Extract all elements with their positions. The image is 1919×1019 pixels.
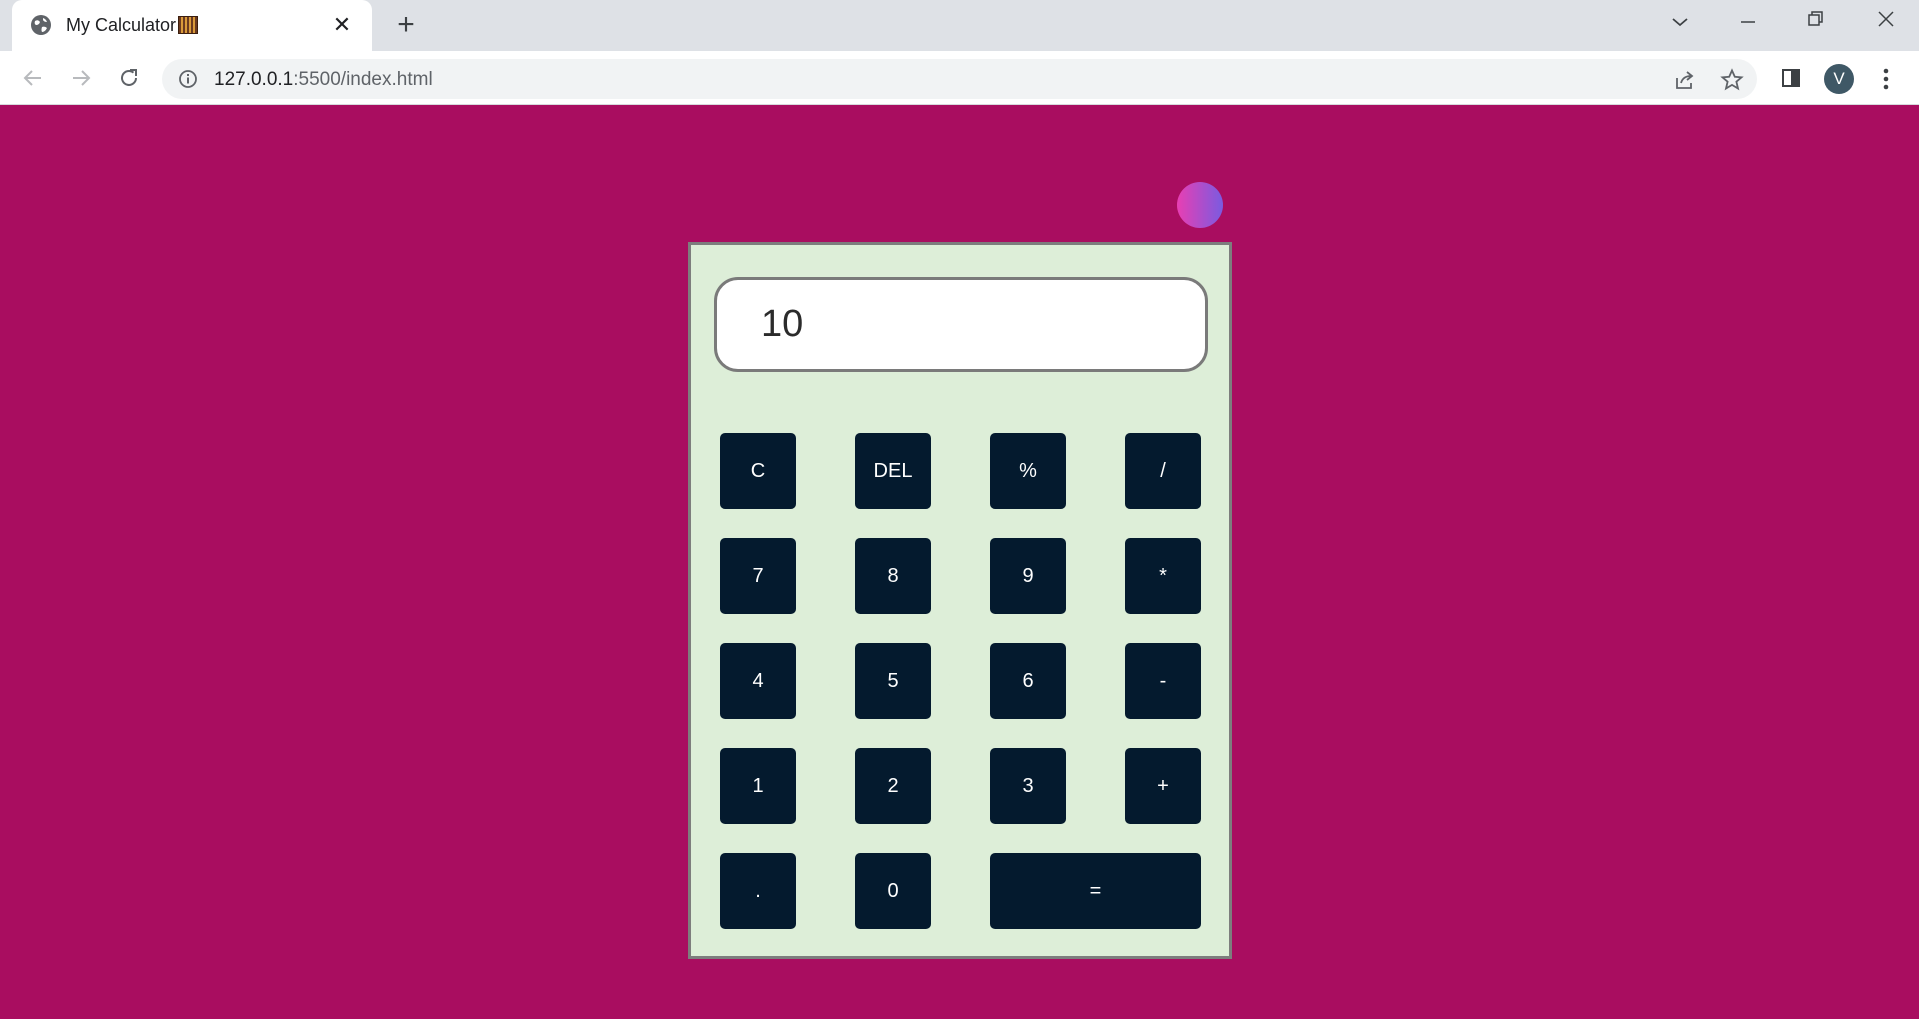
- digit-9-button[interactable]: 9: [990, 538, 1066, 614]
- new-tab-button[interactable]: +: [390, 10, 422, 42]
- decimal-button[interactable]: .: [720, 853, 796, 929]
- tab-search-dropdown-icon[interactable]: [1660, 6, 1700, 38]
- calculator-display[interactable]: [714, 277, 1208, 372]
- forward-icon[interactable]: [64, 61, 98, 95]
- profile-avatar[interactable]: V: [1824, 64, 1854, 94]
- digit-4-button[interactable]: 4: [720, 643, 796, 719]
- minimize-icon[interactable]: [1728, 6, 1768, 38]
- tab-title: My Calculator: [66, 15, 199, 36]
- browser-toolbar: 127.0.0.1:5500/index.html V: [0, 51, 1919, 105]
- site-info-icon[interactable]: [178, 69, 198, 89]
- digit-2-button[interactable]: 2: [855, 748, 931, 824]
- address-bar[interactable]: 127.0.0.1:5500/index.html: [162, 59, 1757, 99]
- back-icon[interactable]: [16, 61, 50, 95]
- close-window-icon[interactable]: [1866, 6, 1906, 38]
- digit-3-button[interactable]: 3: [990, 748, 1066, 824]
- multiply-button[interactable]: *: [1125, 538, 1201, 614]
- digit-6-button[interactable]: 6: [990, 643, 1066, 719]
- close-tab-icon[interactable]: ✕: [330, 13, 354, 37]
- menu-kebab-icon[interactable]: [1876, 64, 1896, 94]
- percent-button[interactable]: %: [990, 433, 1066, 509]
- tab-strip: My Calculator ✕ +: [0, 0, 1919, 51]
- side-panel-icon[interactable]: [1774, 61, 1808, 95]
- share-icon[interactable]: [1672, 67, 1698, 93]
- calculator: C DEL% / 789 * 456- 123 +. 0 =: [688, 242, 1232, 959]
- clear-button[interactable]: C: [720, 433, 796, 509]
- digit-1-button[interactable]: 1: [720, 748, 796, 824]
- browser-tab[interactable]: My Calculator ✕: [12, 0, 372, 51]
- restore-icon[interactable]: [1796, 6, 1836, 38]
- subtract-button[interactable]: -: [1125, 643, 1201, 719]
- equals-button[interactable]: =: [990, 853, 1201, 929]
- digit-8-button[interactable]: 8: [855, 538, 931, 614]
- abacus-icon: [178, 16, 199, 34]
- divide-button[interactable]: /: [1125, 433, 1201, 509]
- theme-toggle-button[interactable]: [1177, 182, 1223, 228]
- digit-5-button[interactable]: 5: [855, 643, 931, 719]
- delete-button[interactable]: DEL: [855, 433, 931, 509]
- add-button[interactable]: +: [1125, 748, 1201, 824]
- globe-icon: [31, 15, 51, 35]
- bookmark-star-icon[interactable]: [1719, 67, 1745, 93]
- reload-icon[interactable]: [112, 61, 146, 95]
- digit-7-button[interactable]: 7: [720, 538, 796, 614]
- url-text[interactable]: 127.0.0.1:5500/index.html: [214, 69, 433, 91]
- digit-0-button[interactable]: 0: [855, 853, 931, 929]
